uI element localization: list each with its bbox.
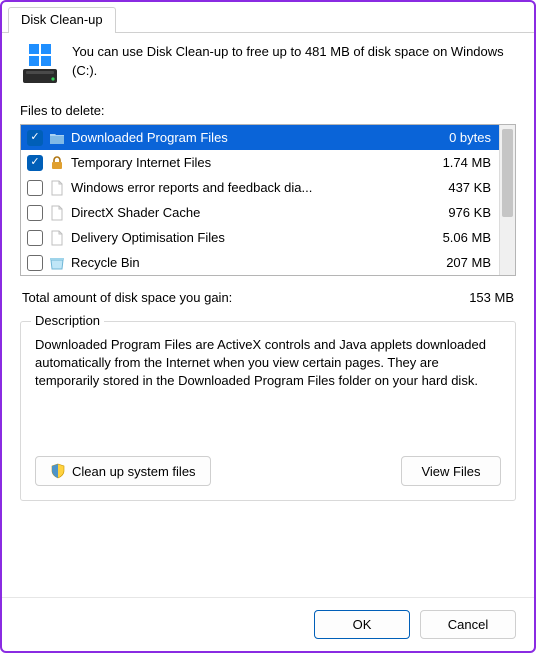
ok-button[interactable]: OK <box>314 610 410 639</box>
file-icon <box>49 180 65 196</box>
cancel-label: Cancel <box>448 617 488 632</box>
total-value: 153 MB <box>469 290 514 305</box>
disk-cleanup-window: Disk Clean-up You can use Disk Clean-up … <box>0 0 536 653</box>
cleanup-system-files-button[interactable]: Clean up system files <box>35 456 211 486</box>
item-label: Delivery Optimisation Files <box>71 230 421 245</box>
item-size: 1.74 MB <box>427 155 491 170</box>
item-label: DirectX Shader Cache <box>71 205 421 220</box>
item-size: 207 MB <box>427 255 491 270</box>
files-to-delete-label: Files to delete: <box>20 103 516 118</box>
shield-icon <box>50 463 66 479</box>
checkbox[interactable]: ✓ <box>27 130 43 146</box>
files-list[interactable]: ✓ Downloaded Program Files 0 bytes ✓ Tempora… <box>21 125 499 275</box>
description-legend: Description <box>31 313 104 328</box>
intro-icons <box>20 43 60 83</box>
tab-strip: Disk Clean-up <box>2 6 534 33</box>
total-label: Total amount of disk space you gain: <box>22 290 469 305</box>
item-size: 437 KB <box>427 180 491 195</box>
folder-icon <box>49 130 65 146</box>
cancel-button[interactable]: Cancel <box>420 610 516 639</box>
list-item[interactable]: ✓ Downloaded Program Files 0 bytes <box>21 125 499 150</box>
checkbox[interactable] <box>27 205 43 221</box>
item-size: 0 bytes <box>427 130 491 145</box>
windows-logo-icon <box>28 43 52 67</box>
item-size: 5.06 MB <box>427 230 491 245</box>
recycle-icon <box>49 255 65 271</box>
list-item[interactable]: Windows error reports and feedback dia..… <box>21 175 499 200</box>
checkbox[interactable] <box>27 180 43 196</box>
item-label: Temporary Internet Files <box>71 155 421 170</box>
intro-text: You can use Disk Clean-up to free up to … <box>72 43 516 83</box>
file-icon <box>49 205 65 221</box>
bottom-button-bar: OK Cancel <box>2 597 534 651</box>
content-area: You can use Disk Clean-up to free up to … <box>2 33 534 597</box>
list-item[interactable]: Recycle Bin 207 MB <box>21 250 499 275</box>
item-label: Downloaded Program Files <box>71 130 421 145</box>
description-group: Description Downloaded Program Files are… <box>20 321 516 501</box>
lock-icon <box>49 155 65 171</box>
view-files-label: View Files <box>421 464 480 479</box>
intro-row: You can use Disk Clean-up to free up to … <box>20 43 516 83</box>
checkbox[interactable]: ✓ <box>27 155 43 171</box>
description-text: Downloaded Program Files are ActiveX con… <box>35 336 501 428</box>
list-item[interactable]: Delivery Optimisation Files 5.06 MB <box>21 225 499 250</box>
file-icon <box>49 230 65 246</box>
scrollbar-thumb[interactable] <box>502 129 513 217</box>
drive-icon <box>23 69 57 83</box>
files-listbox: ✓ Downloaded Program Files 0 bytes ✓ Tempora… <box>20 124 516 276</box>
item-label: Recycle Bin <box>71 255 421 270</box>
checkbox[interactable] <box>27 230 43 246</box>
scrollbar[interactable] <box>499 125 515 275</box>
tab-label: Disk Clean-up <box>21 12 103 27</box>
ok-label: OK <box>353 617 372 632</box>
list-item[interactable]: DirectX Shader Cache 976 KB <box>21 200 499 225</box>
item-label: Windows error reports and feedback dia..… <box>71 180 421 195</box>
list-item[interactable]: ✓ Temporary Internet Files 1.74 MB <box>21 150 499 175</box>
view-files-button[interactable]: View Files <box>401 456 501 486</box>
tab-disk-cleanup[interactable]: Disk Clean-up <box>8 7 116 33</box>
group-buttons-row: Clean up system files View Files <box>35 456 501 486</box>
total-line: Total amount of disk space you gain: 153… <box>22 290 514 305</box>
item-size: 976 KB <box>427 205 491 220</box>
checkbox[interactable] <box>27 255 43 271</box>
cleanup-system-files-label: Clean up system files <box>72 464 196 479</box>
